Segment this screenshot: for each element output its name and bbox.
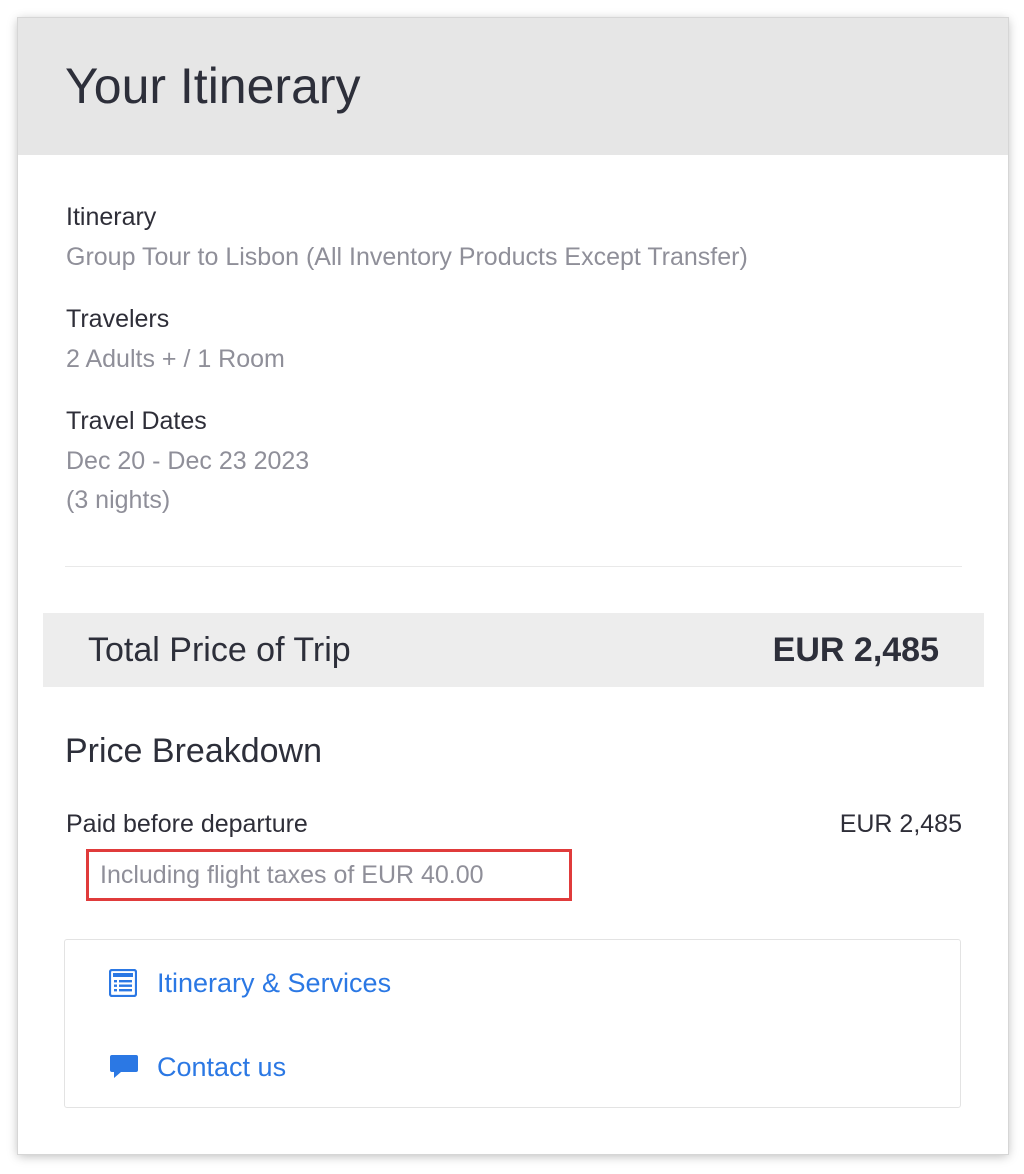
card-header: Your Itinerary: [18, 18, 1008, 155]
chat-bubble-icon: [109, 1051, 141, 1083]
itinerary-value: Group Tour to Lisbon (All Inventory Prod…: [66, 243, 748, 271]
travelers-label: Travelers: [66, 305, 170, 333]
total-price-amount: EUR 2,485: [772, 631, 939, 669]
total-price-label: Total Price of Trip: [88, 631, 351, 669]
travel-nights-value: (3 nights): [66, 486, 171, 514]
travelers-value: 2 Adults + / 1 Room: [66, 345, 285, 373]
contact-us-link[interactable]: Contact us: [109, 1049, 286, 1085]
card-title: Your Itinerary: [65, 58, 361, 114]
document-list-icon: [109, 967, 141, 999]
price-breakdown-title: Price Breakdown: [65, 732, 323, 770]
itinerary-card: Your Itinerary Itinerary Group Tour to L…: [18, 18, 1008, 1154]
itinerary-services-link-label: Itinerary & Services: [157, 968, 392, 998]
paid-before-departure-label: Paid before departure: [66, 810, 308, 838]
travel-dates-value: Dec 20 - Dec 23 2023: [66, 447, 310, 475]
flight-taxes-note: Including flight taxes of EUR 40.00: [86, 849, 572, 901]
itinerary-label: Itinerary: [66, 203, 157, 231]
paid-before-departure-amount: EUR 2,485: [839, 810, 962, 838]
itinerary-services-link[interactable]: Itinerary & Services: [109, 965, 391, 1001]
total-price-bar: Total Price of Trip EUR 2,485: [43, 613, 984, 687]
contact-us-link-label: Contact us: [157, 1052, 287, 1082]
section-divider: [65, 566, 962, 567]
quick-links-box: Itinerary & Services Contact us: [64, 939, 961, 1108]
travel-dates-label: Travel Dates: [66, 407, 207, 435]
